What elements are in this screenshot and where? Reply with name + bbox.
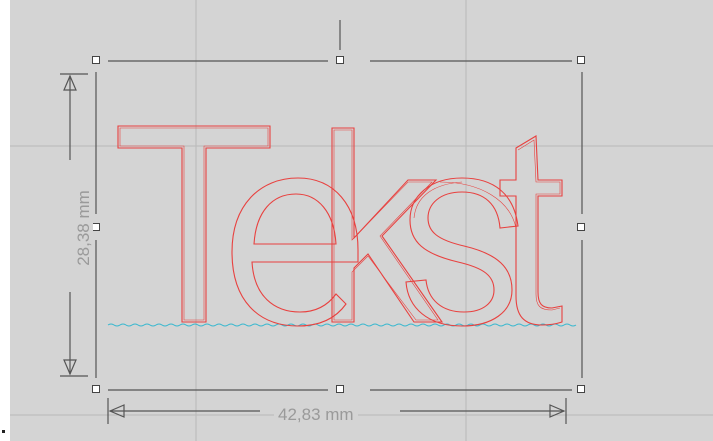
design-canvas[interactable]: 42,83 mm 28,38 mm: [10, 0, 713, 441]
grid: [10, 0, 713, 441]
letter-t-outline: [117, 125, 271, 323]
height-dimension-label: 28,38 mm: [74, 186, 93, 270]
letter-s-outline: [405, 177, 519, 327]
handle-bottom-right[interactable]: [577, 385, 585, 393]
handle-bottom-center[interactable]: [336, 385, 344, 393]
handle-middle-left[interactable]: [92, 223, 100, 231]
letter-k-outline: [331, 127, 444, 323]
letter-e-outline: [231, 177, 359, 327]
handle-middle-right[interactable]: [577, 223, 585, 231]
letter-t2-outline: [499, 135, 563, 326]
handle-bottom-left[interactable]: [92, 385, 100, 393]
width-dimension-label: 42,83 mm: [274, 406, 358, 424]
handle-top-center[interactable]: [336, 56, 344, 64]
canvas-drawing: [10, 0, 713, 441]
handle-top-right[interactable]: [577, 56, 585, 64]
handle-top-left[interactable]: [92, 56, 100, 64]
selection-frame: [95, 20, 583, 391]
baseline-indicator: [107, 323, 577, 327]
design-text-outline[interactable]: [117, 125, 563, 327]
corner-dot: [2, 430, 5, 433]
